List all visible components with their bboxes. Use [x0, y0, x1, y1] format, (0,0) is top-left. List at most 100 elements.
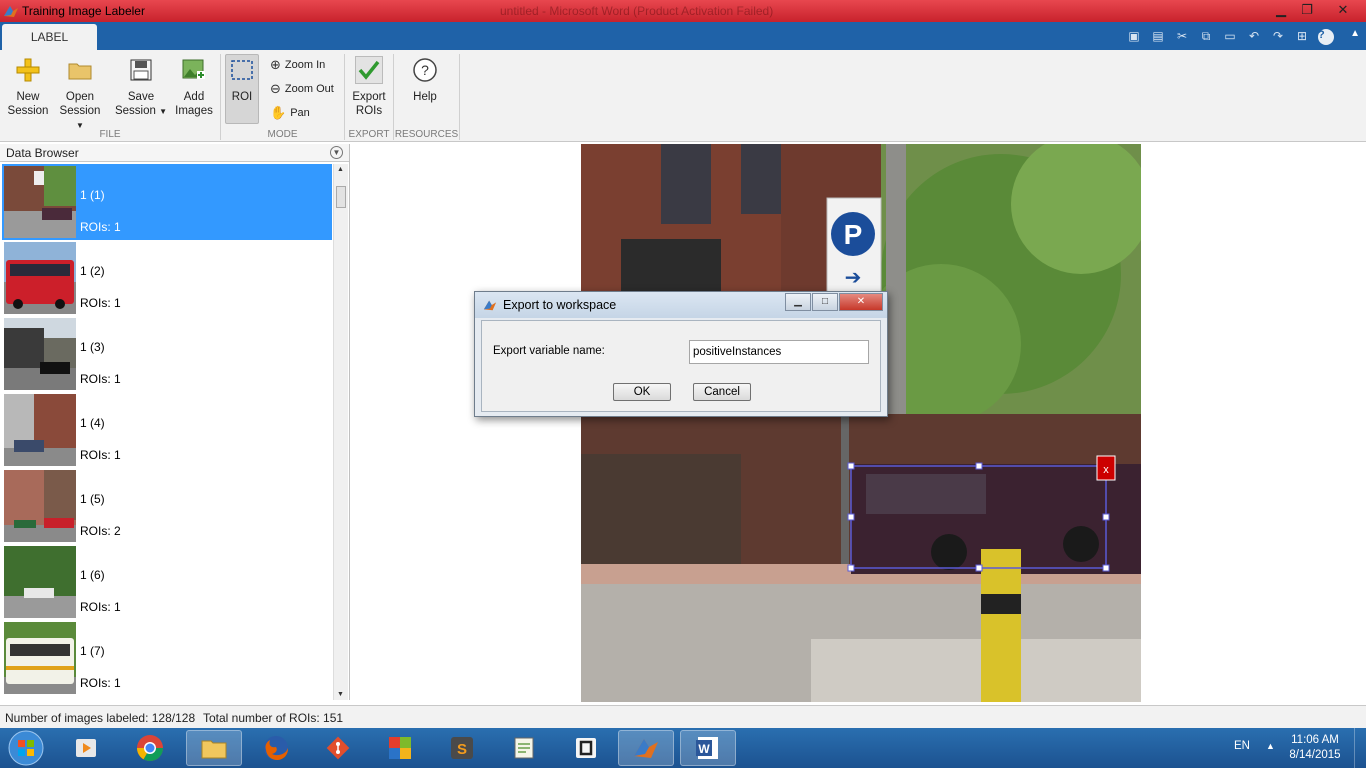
export-rois-label-1: Export — [352, 91, 386, 103]
firefox-icon[interactable] — [248, 730, 304, 766]
dialog-title-bar[interactable]: Export to workspace ▁ □ ✕ — [475, 292, 887, 318]
item-name: 1 (6) — [80, 568, 105, 582]
list-item[interactable]: 1 (7) ROIs: 1 — [2, 620, 332, 696]
notepad-plus-icon[interactable] — [496, 730, 552, 766]
pan-button[interactable]: ✋ Pan — [270, 105, 310, 121]
sublime-text-icon[interactable]: S — [434, 730, 490, 766]
media-player-icon[interactable] — [58, 730, 114, 766]
scroll-up-icon[interactable]: ▲ — [337, 166, 344, 173]
item-name: 1 (7) — [80, 644, 105, 658]
background-window-title: untitled - Microsoft Word (Product Activ… — [500, 4, 774, 18]
windows-logo-icon — [8, 730, 44, 766]
save-icon[interactable]: ▤ — [1148, 26, 1168, 46]
group-label-export: EXPORT — [348, 129, 390, 140]
chrome-icon[interactable] — [122, 730, 178, 766]
start-button[interactable] — [4, 729, 48, 767]
save-session-label-1: Save — [127, 91, 155, 103]
minimize-button[interactable]: ▁ — [1268, 0, 1294, 20]
list-item[interactable]: 1 (5) ROIs: 2 — [2, 468, 332, 544]
window-title: Training Image Labeler — [22, 4, 145, 18]
restore-button[interactable]: ❐ — [1294, 0, 1320, 20]
dock-icon[interactable]: ▣ — [1124, 26, 1144, 46]
open-session-button[interactable]: Open Session ▼ — [54, 56, 106, 133]
new-session-button[interactable]: New Session — [6, 56, 50, 118]
scroll-down-icon[interactable]: ▼ — [337, 691, 344, 698]
taskbar: S W EN ▲ 11:06 AM 8/14/2015 — [0, 728, 1366, 768]
zoom-out-icon: ⊖ — [270, 81, 281, 96]
svg-text:W: W — [698, 742, 710, 756]
copy-icon[interactable]: ⧉ — [1196, 26, 1216, 46]
add-image-icon — [180, 56, 208, 84]
tray-overflow-icon[interactable]: ▲ — [1266, 741, 1275, 751]
matlab-logo-icon — [4, 6, 18, 17]
redo-icon[interactable]: ↷ — [1268, 26, 1288, 46]
group-label-resources: RESOURCES — [394, 129, 459, 140]
data-browser-panel: Data Browser ▼ 1 (1) ROIs: 1 1 (2) ROIs:… — [0, 144, 350, 700]
street-photo[interactable]: P ➔ x — [581, 144, 1141, 702]
system-clock[interactable]: 11:06 AM 8/14/2015 — [1284, 733, 1346, 763]
window-app-icon[interactable] — [558, 730, 614, 766]
save-session-button[interactable]: Save Session ▼ — [114, 56, 168, 119]
help-button[interactable]: ? Help — [405, 56, 445, 104]
add-images-button[interactable]: Add Images — [172, 56, 216, 118]
undo-icon[interactable]: ↶ — [1244, 26, 1264, 46]
list-item[interactable]: 1 (2) ROIs: 1 — [2, 240, 332, 316]
plus-icon — [14, 56, 42, 84]
zoom-in-label: Zoom In — [284, 59, 326, 71]
help-icon[interactable]: ? — [1316, 26, 1336, 46]
tab-label[interactable]: LABEL — [2, 24, 97, 50]
list-item[interactable]: 1 (1) ROIs: 1 — [2, 164, 332, 240]
dialog-minimize-button[interactable]: ▁ — [785, 293, 811, 311]
zoom-out-button[interactable]: ⊖ Zoom Out — [270, 81, 334, 97]
close-window-button[interactable]: ✕ — [1320, 0, 1366, 20]
matlab-logo-icon — [483, 300, 497, 311]
image-canvas: P ➔ x — [351, 144, 1366, 702]
export-variable-input[interactable] — [689, 340, 869, 364]
image-thumbnail — [4, 242, 76, 314]
show-desktop-button[interactable] — [1354, 728, 1366, 768]
word-icon[interactable]: W — [680, 730, 736, 766]
add-images-label-2: Images — [175, 105, 213, 117]
open-session-label-1: Open — [65, 91, 95, 103]
add-images-label-1: Add — [183, 91, 205, 103]
item-roi-count: ROIs: 1 — [80, 676, 121, 690]
image-thumbnail — [4, 394, 76, 466]
export-rois-button[interactable]: Export ROIs — [349, 56, 389, 118]
parking-sign-letter: P — [844, 219, 863, 250]
item-name: 1 (4) — [80, 416, 105, 430]
zoom-in-button[interactable]: ⊕ Zoom In — [270, 57, 325, 73]
item-roi-count: ROIs: 2 — [80, 524, 121, 538]
dropdown-arrow-icon[interactable]: ▼ — [159, 107, 167, 116]
collapse-ribbon-icon[interactable]: ▲ — [1350, 28, 1360, 39]
layout-icon[interactable]: ⊞ — [1292, 26, 1312, 46]
list-item[interactable]: 1 (4) ROIs: 1 — [2, 392, 332, 468]
image-thumbnail — [4, 166, 76, 238]
office-icon[interactable] — [372, 730, 428, 766]
roi-button-content[interactable]: ROI — [225, 56, 259, 104]
dialog-body: Export variable name: OK Cancel — [481, 320, 881, 412]
language-indicator[interactable]: EN — [1234, 740, 1250, 752]
item-name: 1 (5) — [80, 492, 105, 506]
file-explorer-icon[interactable] — [186, 730, 242, 766]
panel-menu-icon[interactable]: ▼ — [330, 146, 343, 159]
list-item[interactable]: 1 (3) ROIs: 1 — [2, 316, 332, 392]
export-dialog: Export to workspace ▁ □ ✕ Export variabl… — [474, 291, 888, 417]
thumbnail-list: 1 (1) ROIs: 1 1 (2) ROIs: 1 1 (3) ROIs: … — [2, 164, 332, 700]
scrollbar[interactable]: ▲ ▼ — [333, 164, 348, 700]
dialog-close-button[interactable]: ✕ — [839, 293, 883, 311]
dialog-maximize-button[interactable]: □ — [812, 293, 838, 311]
paste-icon[interactable]: ▭ — [1220, 26, 1240, 46]
save-session-label-2: Session — [114, 105, 156, 117]
matlab-taskbar-icon[interactable] — [618, 730, 674, 766]
item-roi-count: ROIs: 1 — [80, 448, 121, 462]
list-item[interactable]: 1 (6) ROIs: 1 — [2, 544, 332, 620]
svg-text:S: S — [457, 741, 467, 758]
status-bar: Number of images labeled: 128/128 Total … — [0, 705, 1366, 728]
item-name: 1 (1) — [80, 188, 105, 202]
item-name: 1 (2) — [80, 264, 105, 278]
cancel-button[interactable]: Cancel — [693, 383, 751, 401]
git-icon[interactable] — [310, 730, 366, 766]
ok-button[interactable]: OK — [613, 383, 671, 401]
scrollbar-thumb[interactable] — [336, 186, 346, 208]
cut-icon[interactable]: ✂ — [1172, 26, 1192, 46]
